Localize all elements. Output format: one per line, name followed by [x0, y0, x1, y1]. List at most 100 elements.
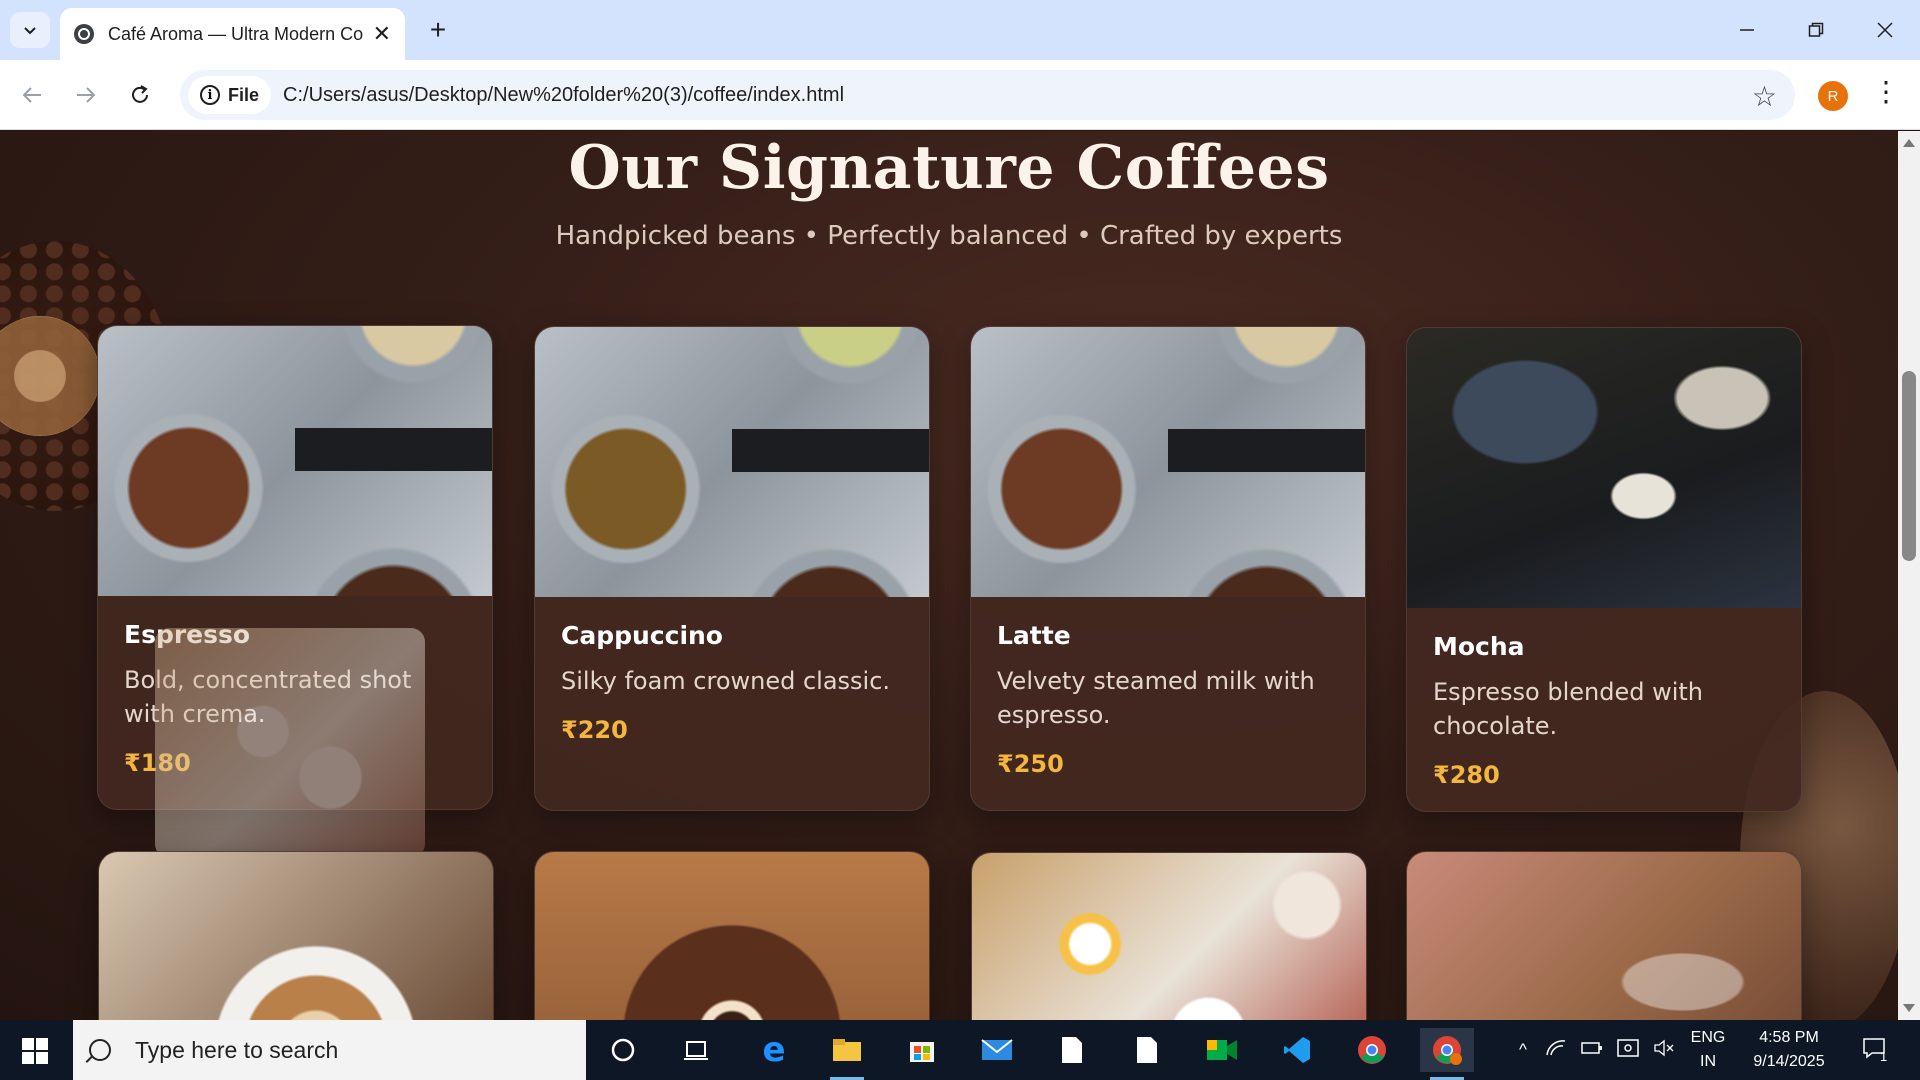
- microsoft-store-icon[interactable]: [895, 1028, 949, 1072]
- windows-start-button[interactable]: [22, 1038, 48, 1064]
- menu-card-cappuccino[interactable]: Cappuccino Silky foam crowned classic. ₹…: [534, 326, 930, 811]
- vscode-logo-icon: [1284, 1037, 1310, 1063]
- menu-card-mocha[interactable]: Mocha Espresso blended with chocolate. ₹…: [1406, 327, 1802, 812]
- google-meet-icon[interactable]: [1195, 1028, 1249, 1072]
- menu-card-row2-4[interactable]: [1406, 851, 1802, 1020]
- portafilter-grounds-photo: [971, 327, 1365, 597]
- vscode-icon[interactable]: [1270, 1028, 1324, 1072]
- page-scrollbar[interactable]: [1898, 131, 1920, 1020]
- minimize-icon: [1740, 29, 1754, 31]
- card-name: Mocha: [1433, 632, 1525, 661]
- card-price: ₹220: [561, 716, 628, 744]
- video-camera-icon: [1207, 1040, 1237, 1060]
- speaker-mute-icon: [1654, 1039, 1674, 1056]
- page-viewport: Our Signature Coffees Handpicked beans •…: [0, 131, 1898, 1020]
- people-reading-photo: [1407, 328, 1801, 608]
- info-icon: i: [200, 85, 220, 105]
- chrome-logo-icon: [1358, 1036, 1386, 1064]
- profile-avatar[interactable]: R: [1818, 81, 1848, 111]
- back-button[interactable]: [12, 75, 52, 115]
- taskbar-search-placeholder: Type here to search: [135, 1036, 339, 1063]
- menu-card-row2-3[interactable]: [971, 852, 1367, 1020]
- menu-card-row2-2[interactable]: [534, 851, 930, 1020]
- browser-toolbar: i File C:/Users/asus/Desktop/New%20folde…: [0, 60, 1920, 130]
- wifi-glyph-icon: [1546, 1039, 1566, 1055]
- mail-icon[interactable]: [970, 1028, 1024, 1072]
- scrollbar-thumb[interactable]: [1902, 371, 1916, 561]
- tab-search-button[interactable]: [10, 12, 50, 48]
- floating-brunch-photo: [155, 628, 425, 858]
- close-tab-icon[interactable]: ✕: [373, 23, 391, 45]
- glass-bottle-photo: [1407, 852, 1801, 1020]
- section-title: Our Signature Coffees: [568, 133, 1330, 203]
- wifi-icon[interactable]: [1538, 1039, 1574, 1062]
- network-icon[interactable]: [1610, 1038, 1646, 1062]
- latte-art-photo: [99, 852, 493, 1020]
- close-window-button[interactable]: [1863, 10, 1907, 50]
- language-line1: ENG: [1690, 1029, 1726, 1046]
- cortana-icon[interactable]: [596, 1028, 650, 1072]
- network-glyph-icon: [1617, 1038, 1639, 1057]
- sprinkle-donut-photo: [535, 852, 929, 1020]
- battery-icon[interactable]: [1574, 1040, 1610, 1060]
- chevron-down-icon: [24, 27, 36, 35]
- scroll-up-arrow-icon[interactable]: [1903, 139, 1915, 147]
- portafilter-grounds-photo: [98, 326, 492, 596]
- browser-menu-icon[interactable]: ⋮: [1872, 78, 1900, 106]
- system-tray: ^ ENG IN 4:58 PM 9/14/2025 1: [1508, 1020, 1904, 1080]
- show-hidden-icons-icon[interactable]: ^: [1508, 1040, 1538, 1060]
- circle-icon: [611, 1038, 635, 1062]
- site-info-chip[interactable]: i File: [188, 76, 272, 114]
- new-tab-button[interactable]: +: [420, 12, 456, 48]
- bookmark-star-icon[interactable]: ☆: [1752, 80, 1777, 113]
- forward-button[interactable]: [66, 75, 106, 115]
- close-icon: [1877, 22, 1893, 38]
- edge-browser-icon[interactable]: e: [747, 1028, 801, 1072]
- section-subtitle: Handpicked beans • Perfectly balanced • …: [555, 221, 1343, 251]
- taskbar-search-box[interactable]: Type here to search: [73, 1020, 586, 1080]
- volume-muted-icon[interactable]: [1646, 1039, 1682, 1062]
- notification-count: 1: [1880, 1048, 1888, 1064]
- menu-card-row2-1[interactable]: [98, 851, 494, 1020]
- windows-logo-icon: [22, 1038, 34, 1050]
- document-icon-2[interactable]: [1120, 1028, 1174, 1072]
- clock[interactable]: 4:58 PM 9/14/2025: [1734, 1026, 1844, 1074]
- restore-icon: [1808, 22, 1824, 37]
- chrome-icon[interactable]: [1345, 1028, 1399, 1072]
- card-name: Cappuccino: [561, 621, 723, 650]
- restore-button[interactable]: [1794, 10, 1838, 50]
- url-text[interactable]: C:/Users/asus/Desktop/New%20folder%20(3)…: [283, 84, 844, 107]
- browser-tab-strip: Café Aroma — Ultra Modern Co ✕ +: [0, 0, 1920, 60]
- file-explorer-icon[interactable]: [820, 1028, 874, 1080]
- document-icon[interactable]: [1045, 1028, 1099, 1072]
- task-view-glyph-icon: [684, 1041, 708, 1060]
- browser-tab-active[interactable]: Café Aroma — Ultra Modern Co ✕: [60, 8, 405, 60]
- notifications-button[interactable]: 1: [1844, 1037, 1904, 1064]
- minimize-button[interactable]: [1725, 10, 1769, 50]
- reload-button[interactable]: [120, 75, 160, 115]
- card-description: Silky foam crowned classic.: [561, 667, 891, 695]
- menu-card-latte[interactable]: Latte Velvety steamed milk with espresso…: [970, 326, 1366, 811]
- address-bar[interactable]: i File C:/Users/asus/Desktop/New%20folde…: [180, 70, 1795, 120]
- windows-logo-icon: [36, 1038, 48, 1050]
- scroll-down-arrow-icon[interactable]: [1903, 1004, 1915, 1012]
- site-chip-label: File: [228, 84, 260, 105]
- language-indicator[interactable]: ENG IN: [1682, 1026, 1734, 1074]
- brunch-table-photo: [972, 853, 1366, 1020]
- task-view-icon[interactable]: [669, 1028, 723, 1072]
- folder-icon: [833, 1039, 861, 1061]
- language-line2: IN: [1700, 1053, 1716, 1070]
- card-price: ₹280: [1433, 761, 1500, 789]
- arrow-right-icon: [77, 87, 96, 103]
- windows-taskbar: Type here to search e ^ ENG IN 4:58 PM 9…: [0, 1020, 1920, 1080]
- battery-glyph-icon: [1581, 1042, 1602, 1054]
- envelope-icon: [981, 1039, 1013, 1060]
- portafilter-grounds-photo: [535, 327, 929, 597]
- windows-logo-icon: [22, 1052, 34, 1064]
- chrome-profile-icon[interactable]: [1420, 1028, 1474, 1080]
- clock-time: 4:58 PM: [1759, 1029, 1819, 1046]
- blank-file-icon: [1137, 1037, 1157, 1063]
- arrow-left-icon: [22, 87, 41, 103]
- clock-date: 9/14/2025: [1753, 1053, 1825, 1070]
- globe-icon: [74, 24, 94, 44]
